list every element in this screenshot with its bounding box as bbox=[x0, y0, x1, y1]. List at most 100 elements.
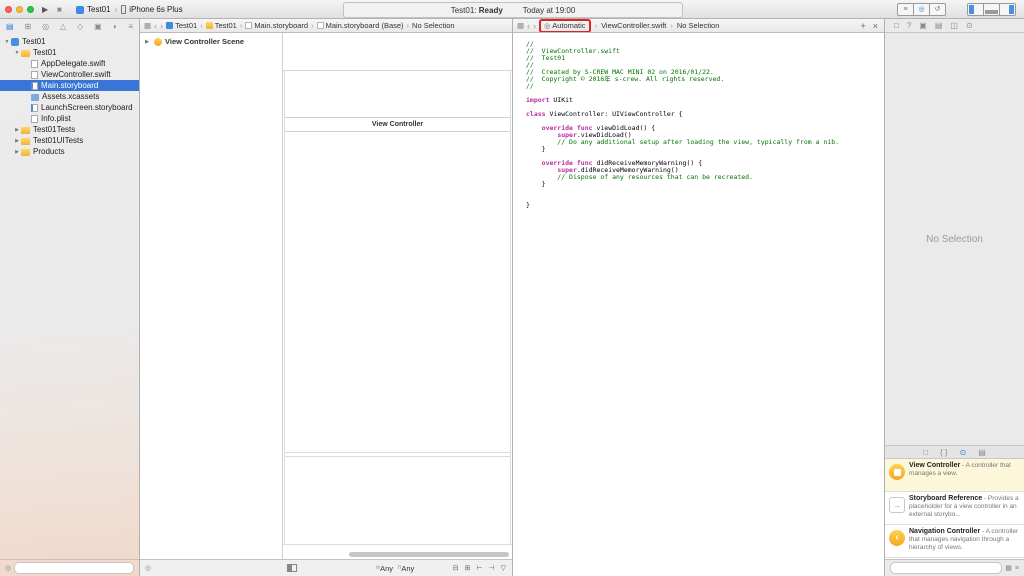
back-button[interactable]: ‹ bbox=[527, 21, 530, 31]
align-icon[interactable]: ⊢ bbox=[476, 564, 482, 572]
library-item[interactable]: View Controller - A controller that mana… bbox=[885, 459, 1024, 492]
automatic-mode-highlight: ◎ Automatic bbox=[539, 19, 591, 32]
disclosure-triangle[interactable]: ▶ bbox=[13, 149, 21, 155]
code-line[interactable]: } bbox=[526, 181, 884, 188]
view-controller-header[interactable]: View Controller bbox=[285, 117, 510, 132]
code-line[interactable]: // Do any additional setup after loading… bbox=[526, 139, 884, 146]
resolve-auto-layout-icon[interactable]: ▽ bbox=[501, 564, 506, 572]
forward-button[interactable]: › bbox=[533, 21, 536, 31]
storyboard-canvas[interactable]: View Controller bbox=[283, 33, 512, 559]
code-line[interactable] bbox=[526, 188, 884, 195]
breadcrumb-item[interactable]: Main.storyboard (Base) bbox=[316, 21, 404, 30]
close-window-button[interactable] bbox=[5, 6, 12, 13]
embed-in-stack-icon[interactable]: ⊟ bbox=[453, 564, 459, 572]
library-item[interactable]: ‹ Navigation Controller - A controller th… bbox=[885, 525, 1024, 558]
library-filter-field[interactable] bbox=[890, 562, 1003, 574]
find-navigator-icon[interactable]: ◎ bbox=[42, 22, 49, 31]
assistant-mode-button[interactable]: Automatic bbox=[552, 21, 585, 30]
test-navigator-icon[interactable]: ◇ bbox=[77, 22, 83, 31]
attributes-inspector-icon[interactable]: ▤ bbox=[935, 21, 943, 30]
status-state: Ready bbox=[478, 5, 503, 15]
tree-item[interactable]: Info.plist bbox=[0, 113, 139, 124]
tree-item[interactable]: Main.storyboard bbox=[0, 80, 139, 91]
code-line[interactable]: // bbox=[526, 83, 884, 90]
run-button[interactable]: ▶ bbox=[42, 0, 48, 19]
list-view-icon[interactable]: ≡ bbox=[1015, 565, 1019, 572]
pin-icon[interactable]: ⊣ bbox=[489, 564, 495, 572]
forward-button[interactable]: › bbox=[160, 21, 163, 31]
outline-filter-icon[interactable]: ◎ bbox=[145, 564, 151, 572]
version-editor-button[interactable]: ↺ bbox=[929, 3, 946, 16]
quick-help-inspector-icon[interactable]: ? bbox=[907, 21, 911, 30]
tree-item[interactable]: LaunchScreen.storyboard bbox=[0, 102, 139, 113]
disclosure-triangle[interactable]: ▶ bbox=[13, 127, 21, 133]
minimize-window-button[interactable] bbox=[16, 6, 23, 13]
disclosure-triangle[interactable]: ▼ bbox=[3, 39, 11, 45]
breadcrumb-selection[interactable]: No Selection bbox=[677, 21, 720, 30]
scene-row[interactable]: ▶ View Controller Scene bbox=[140, 33, 282, 50]
breadcrumb-item[interactable]: Test01 bbox=[166, 21, 197, 30]
code-line[interactable] bbox=[526, 195, 884, 202]
utilities-panel-button[interactable] bbox=[999, 3, 1016, 16]
code-line[interactable]: } bbox=[526, 146, 884, 153]
tree-item[interactable]: ▶ Products bbox=[0, 146, 139, 157]
code-snippet-library-icon[interactable]: { } bbox=[940, 448, 948, 457]
breadcrumb-item[interactable]: Main.storyboard bbox=[245, 21, 308, 30]
embed-in-icon[interactable]: ⊞ bbox=[465, 564, 471, 572]
code-line[interactable]: // Dispose of any resources that can be … bbox=[526, 174, 884, 181]
file-template-library-icon[interactable]: □ bbox=[923, 448, 928, 457]
disclosure-triangle[interactable]: ▶ bbox=[13, 138, 21, 144]
code-line[interactable]: import UIKit bbox=[526, 97, 884, 104]
debug-navigator-icon[interactable]: ▣ bbox=[94, 22, 102, 31]
code-line[interactable]: class ViewController: UIViewController { bbox=[526, 111, 884, 118]
back-button[interactable]: ‹ bbox=[154, 21, 157, 31]
navigator-panel-button[interactable] bbox=[967, 3, 984, 16]
code-line[interactable]: } bbox=[526, 202, 884, 209]
disclosure-triangle[interactable]: ▶ bbox=[143, 39, 151, 45]
breadcrumb-item[interactable]: Test01 bbox=[205, 21, 237, 30]
related-items-icon[interactable]: ▦ bbox=[144, 21, 151, 30]
code-line[interactable]: // Copyright © 2016年 s-crew. All rights … bbox=[526, 76, 884, 83]
tree-item[interactable]: ▼ Test01 bbox=[0, 47, 139, 58]
breadcrumb-item[interactable]: No Selection bbox=[412, 21, 455, 30]
navigator-filter-field[interactable] bbox=[14, 562, 134, 574]
breadcrumb-file[interactable]: ViewController.swift bbox=[601, 21, 666, 30]
close-assistant-button[interactable]: × bbox=[873, 21, 878, 31]
tree-item[interactable]: ▼ Test01 bbox=[0, 36, 139, 47]
tree-item[interactable]: ▶ Test01UITests bbox=[0, 135, 139, 146]
add-assistant-button[interactable]: + bbox=[860, 21, 865, 31]
issue-navigator-icon[interactable]: △ bbox=[60, 22, 66, 31]
navigator-filter-bar: ◎ bbox=[0, 559, 139, 576]
connections-inspector-icon[interactable]: ⊙ bbox=[966, 21, 973, 30]
related-items-icon[interactable]: ▦ bbox=[517, 21, 524, 30]
file-inspector-icon[interactable]: □ bbox=[894, 21, 899, 30]
identity-inspector-icon[interactable]: ▣ bbox=[919, 21, 927, 30]
symbol-navigator-icon[interactable]: ⊞ bbox=[24, 22, 31, 31]
tree-item[interactable]: AppDelegate.swift bbox=[0, 58, 139, 69]
filter-icon[interactable]: ◎ bbox=[5, 564, 11, 572]
tree-item[interactable]: Assets.xcassets bbox=[0, 91, 139, 102]
code-line[interactable]: // Test01 bbox=[526, 55, 884, 62]
media-library-icon[interactable]: ▤ bbox=[978, 448, 986, 457]
standard-editor-button[interactable]: ≡ bbox=[897, 3, 914, 16]
code-line[interactable] bbox=[526, 90, 884, 97]
breakpoint-navigator-icon[interactable]: ◗ bbox=[113, 22, 118, 31]
tree-item[interactable]: ViewController.swift bbox=[0, 69, 139, 80]
storyboard-icon bbox=[245, 22, 253, 29]
report-navigator-icon[interactable]: ≡ bbox=[128, 22, 133, 31]
assistant-editor-button[interactable]: ◎ bbox=[913, 3, 930, 16]
code-line[interactable]: // ViewController.swift bbox=[526, 48, 884, 55]
library-item[interactable]: Storyboard Reference - Provides a placeh… bbox=[885, 492, 1024, 525]
debug-area-button[interactable] bbox=[983, 3, 1000, 16]
object-library-icon[interactable]: ⊙ bbox=[960, 448, 967, 457]
grid-view-icon[interactable]: ▦ bbox=[1005, 564, 1012, 572]
zoom-window-button[interactable] bbox=[27, 6, 34, 13]
stop-button[interactable]: ■ bbox=[57, 0, 62, 19]
horizontal-scrollbar[interactable] bbox=[349, 552, 509, 557]
code-editor[interactable]: //// ViewController.swift// Test01//// C… bbox=[513, 33, 884, 576]
project-navigator-icon[interactable]: ▤ bbox=[6, 22, 14, 31]
disclosure-triangle[interactable]: ▼ bbox=[13, 50, 21, 56]
scheme-selector[interactable]: Test01 › iPhone 6s Plus bbox=[76, 0, 183, 19]
size-inspector-icon[interactable]: ◫ bbox=[950, 21, 958, 30]
tree-item[interactable]: ▶ Test01Tests bbox=[0, 124, 139, 135]
